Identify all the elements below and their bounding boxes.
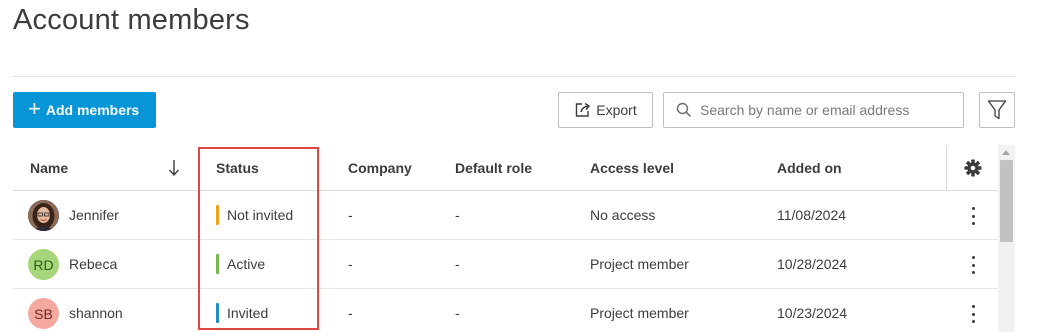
table-row[interactable]: RD Rebeca Active - - Project member 10/2… [13,240,998,289]
add-members-button[interactable]: + Add members [13,92,156,128]
avatar-photo-icon [28,200,59,231]
column-settings[interactable] [946,145,998,191]
export-icon [576,102,591,117]
added-on-cell: 11/08/2024 [777,207,847,223]
kebab-icon[interactable] [965,205,981,227]
gear-icon[interactable] [964,159,982,177]
plus-icon: + [28,96,41,121]
table-header: Name Status Company Default role Access … [13,145,998,191]
access-level-cell: No access [590,207,656,223]
member-name[interactable]: Rebeca [69,256,117,272]
status-column-highlight [198,147,319,330]
kebab-icon[interactable] [965,254,981,276]
search-field[interactable] [663,92,964,128]
filter-button[interactable] [979,92,1015,128]
search-icon [676,102,692,118]
access-level-cell: Project member [590,256,689,272]
arrow-down-icon[interactable] [168,159,180,177]
avatar: SB [28,298,59,329]
avatar: RD [28,249,59,280]
table-row[interactable]: SB shannon Invited - - Project member 10… [13,289,998,332]
company-cell: - [348,256,353,272]
add-members-label: Add members [45,102,140,118]
export-button[interactable]: Export [558,92,653,128]
export-label: Export [596,102,637,118]
scrollbar-thumb[interactable] [1000,160,1013,242]
avatar [28,200,59,231]
added-on-cell: 10/28/2024 [777,256,848,272]
page-title: Account members [13,4,250,36]
kebab-icon[interactable] [965,303,981,325]
member-name[interactable]: shannon [69,305,123,321]
default-role-cell: - [455,207,460,223]
title-divider [13,76,1015,77]
access-level-cell: Project member [590,305,689,321]
column-header-default-role[interactable]: Default role [455,160,532,176]
default-role-cell: - [455,256,460,272]
column-header-company[interactable]: Company [348,160,412,176]
column-header-added-on[interactable]: Added on [777,160,842,176]
filter-icon [987,100,1007,120]
column-header-name[interactable]: Name [30,160,68,176]
company-cell: - [348,207,353,223]
member-name[interactable]: Jennifer [69,207,119,223]
table-row[interactable]: Jennifer Not invited - - No access 11/08… [13,191,998,240]
column-header-access-level[interactable]: Access level [590,160,674,176]
company-cell: - [348,305,353,321]
search-input[interactable] [700,102,950,118]
scroll-up-arrow-icon[interactable] [1002,150,1010,155]
default-role-cell: - [455,305,460,321]
added-on-cell: 10/23/2024 [777,305,848,321]
